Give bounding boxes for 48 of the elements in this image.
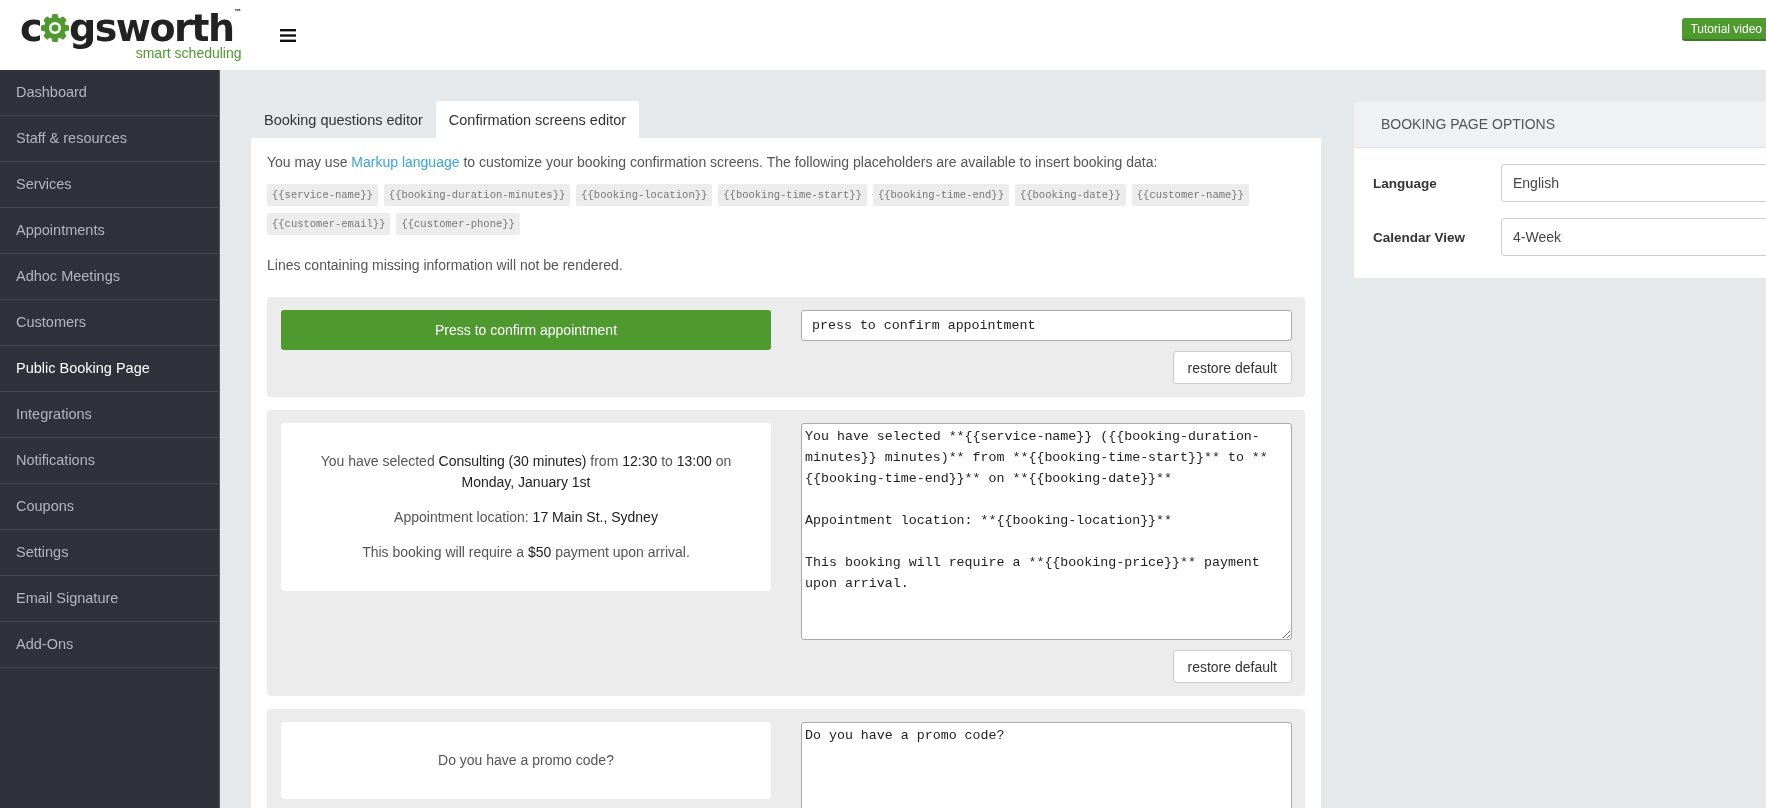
- sidebar-item[interactable]: Adhoc Meetings: [0, 254, 219, 300]
- placeholder-tag: {{booking-time-start}}: [718, 184, 867, 206]
- sidebar-item[interactable]: Email Signature: [0, 576, 219, 622]
- logo-text: c: [20, 9, 42, 47]
- preview-text: This booking will require a $50 payment upon arrival.: [362, 543, 690, 562]
- preview-text: Do you have a promo code?: [438, 751, 614, 770]
- panel-title: BOOKING PAGE OPTIONS: [1354, 102, 1766, 148]
- editor-tab[interactable]: Confirmation screens editor: [435, 101, 640, 138]
- select-field[interactable]: English: [1501, 164, 1766, 202]
- sidebar-item[interactable]: Staff & resources: [0, 116, 219, 162]
- sidebar-item[interactable]: Customers: [0, 300, 219, 346]
- placeholder-tag: {{service-name}}: [267, 184, 378, 206]
- intro-text: You may use Markup language to customize your booking confirmation screens. The following placeholders are available to insert booking data:: [267, 154, 1159, 170]
- trademark-mark: ™: [233, 9, 242, 17]
- logo-text: gsworth: [69, 9, 234, 47]
- tutorial-video-button[interactable]: Tutorial video: [1682, 18, 1766, 41]
- sidebar-item[interactable]: Notifications: [0, 438, 219, 484]
- sidebar-item[interactable]: Coupons: [0, 484, 219, 530]
- sidebar-item[interactable]: Services: [0, 162, 219, 208]
- select-field[interactable]: 4-Week: [1501, 218, 1766, 256]
- markup-text-area[interactable]: Do you have a promo code?: [801, 722, 1292, 808]
- editor-tab[interactable]: Booking questions editor: [251, 101, 436, 138]
- sidebar-item[interactable]: Add-Ons: [0, 622, 219, 668]
- placeholder-tag: {{customer-phone}}: [396, 213, 520, 235]
- markup-text-area[interactable]: You have selected **{{service-name}} ({{booking-duration-minutes}} minutes)** from **{{booking-time-start}}** to **{{booking-time-end}}** on **{{booking-date}}** Appointment location: **{{booking-location}}** This booking will require a **{{booking-price}}** payment upon arrival.: [801, 423, 1292, 640]
- placeholder-tag: {{booking-date}}: [1014, 184, 1126, 206]
- restore-default-button[interactable]: restore default: [1172, 650, 1292, 683]
- confirm-appointment-button[interactable]: Press to confirm appointment: [281, 310, 771, 350]
- preview-text: Appointment location: 17 Main St., Sydney: [394, 508, 658, 527]
- sidebar-item[interactable]: Integrations: [0, 392, 219, 438]
- sidebar-item[interactable]: Settings: [0, 530, 219, 576]
- sidebar-item[interactable]: Appointments: [0, 208, 219, 254]
- menu-icon[interactable]: [279, 28, 296, 42]
- note-text: Lines containing missing information will not be rendered.: [267, 257, 624, 273]
- placeholder-tag: {{booking-duration-minutes}}: [383, 184, 571, 206]
- gear-icon: [41, 14, 70, 42]
- preview-text: You have selected Consulting (30 minutes) from 12:30 to 13:00 on Monday, January 1st: [319, 452, 733, 492]
- placeholder-tag: {{customer-name}}: [1131, 184, 1249, 206]
- field-label: Language: [1373, 175, 1438, 191]
- restore-default-button[interactable]: restore default: [1172, 351, 1292, 384]
- sidebar-item[interactable]: Public Booking Page: [0, 346, 219, 392]
- field-label: Calendar View: [1373, 229, 1467, 245]
- placeholder-tag: {{customer-email}}: [267, 213, 391, 235]
- logo-tagline: smart scheduling: [135, 45, 242, 61]
- placeholder-tag: {{booking-time-end}}: [872, 184, 1009, 206]
- text-field[interactable]: press to confirm appointment: [801, 310, 1292, 341]
- sidebar-item[interactable]: Dashboard: [0, 70, 219, 116]
- placeholder-tag: {{booking-location}}: [576, 184, 713, 206]
